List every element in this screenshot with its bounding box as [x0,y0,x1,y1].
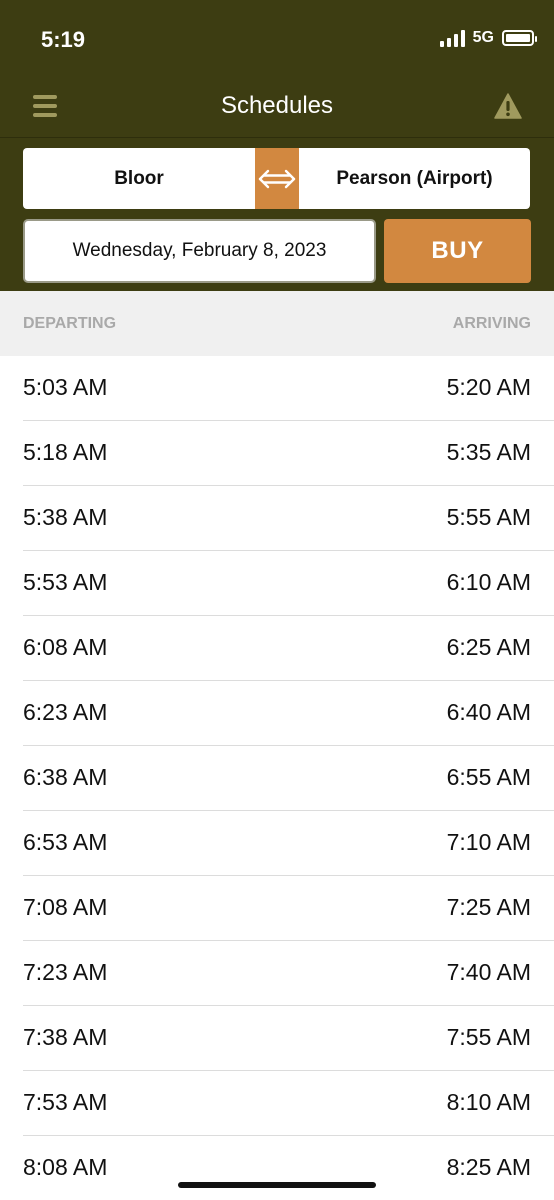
navbar: Schedules [0,80,554,138]
destination-station[interactable]: Pearson (Airport) [299,148,530,209]
page-title: Schedules [220,92,334,119]
schedule-list: 5:03 AM 5:20 AM 5:18 AM 5:35 AM 5:38 AM 5:5… [0,356,554,1200]
departure-time: 6:53 AM [23,829,108,855]
table-row[interactable]: 5:03 AM 5:20 AM [0,356,554,421]
signal-icon [439,29,465,47]
departure-time: 6:23 AM [23,699,108,725]
table-row[interactable]: 7:08 AM 7:25 AM [0,876,554,941]
table-row[interactable]: 5:38 AM 5:55 AM [0,486,554,551]
swap-direction-button[interactable] [255,148,299,209]
table-row[interactable]: 6:23 AM 6:40 AM [0,681,554,746]
departure-time: 7:53 AM [23,1089,108,1115]
arrival-time: 7:25 AM [446,894,531,920]
table-row[interactable]: 6:53 AM 7:10 AM [0,811,554,876]
departure-time: 7:08 AM [23,894,108,920]
status-time: 5:19 [41,27,86,52]
table-row[interactable]: 5:18 AM 5:35 AM [0,421,554,486]
departure-time: 7:38 AM [23,1024,108,1050]
departure-time: 6:38 AM [23,764,108,790]
network-type: 5G [472,29,494,46]
departure-time: 7:23 AM [23,959,108,985]
date-selector[interactable]: Wednesday, February 8, 2023 [23,219,376,283]
arrival-time: 6:55 AM [446,764,531,790]
swap-arrows-icon [258,169,296,188]
arrival-time: 7:55 AM [446,1024,531,1050]
header: 5:19 5G Schedules Bloor Pearson (Airport… [0,0,554,291]
arrival-time: 6:40 AM [446,699,531,725]
warning-icon[interactable] [494,93,522,119]
arrival-time: 8:25 AM [446,1154,531,1180]
departure-time: 6:08 AM [23,634,108,660]
departing-column-label: DEPARTING [23,315,117,332]
table-row[interactable]: 5:53 AM 6:10 AM [0,551,554,616]
home-indicator[interactable] [178,1182,376,1188]
table-row[interactable]: 6:08 AM 6:25 AM [0,616,554,681]
departure-time: 5:53 AM [23,569,108,595]
arrival-time: 6:10 AM [446,569,531,595]
arrival-time: 5:20 AM [446,374,531,400]
arrival-time: 7:40 AM [446,959,531,985]
table-row[interactable]: 8:08 AM 8:25 AM [0,1136,554,1200]
table-row[interactable]: 7:53 AM 8:10 AM [0,1071,554,1136]
table-row[interactable]: 6:38 AM 6:55 AM [0,746,554,811]
departure-time: 5:38 AM [23,504,108,530]
buy-button[interactable]: BUY [384,219,531,283]
arrival-time: 8:10 AM [446,1089,531,1115]
arrival-time: 5:55 AM [446,504,531,530]
route-selector: Bloor Pearson (Airport) [23,148,530,209]
status-bar: 5:19 5G [0,0,554,80]
arrival-time: 5:35 AM [446,439,531,465]
table-row[interactable]: 7:38 AM 7:55 AM [0,1006,554,1071]
departure-time: 8:08 AM [23,1154,108,1180]
schedule-column-header: DEPARTING ARRIVING [0,291,554,356]
arrival-time: 7:10 AM [446,829,531,855]
origin-station[interactable]: Bloor [23,148,255,209]
departure-time: 5:03 AM [23,374,108,400]
battery-icon [502,30,537,46]
departure-time: 5:18 AM [23,439,108,465]
status-indicators: 5G [439,29,537,47]
arrival-time: 6:25 AM [446,634,531,660]
arriving-column-label: ARRIVING [452,315,531,332]
table-row[interactable]: 7:23 AM 7:40 AM [0,941,554,1006]
